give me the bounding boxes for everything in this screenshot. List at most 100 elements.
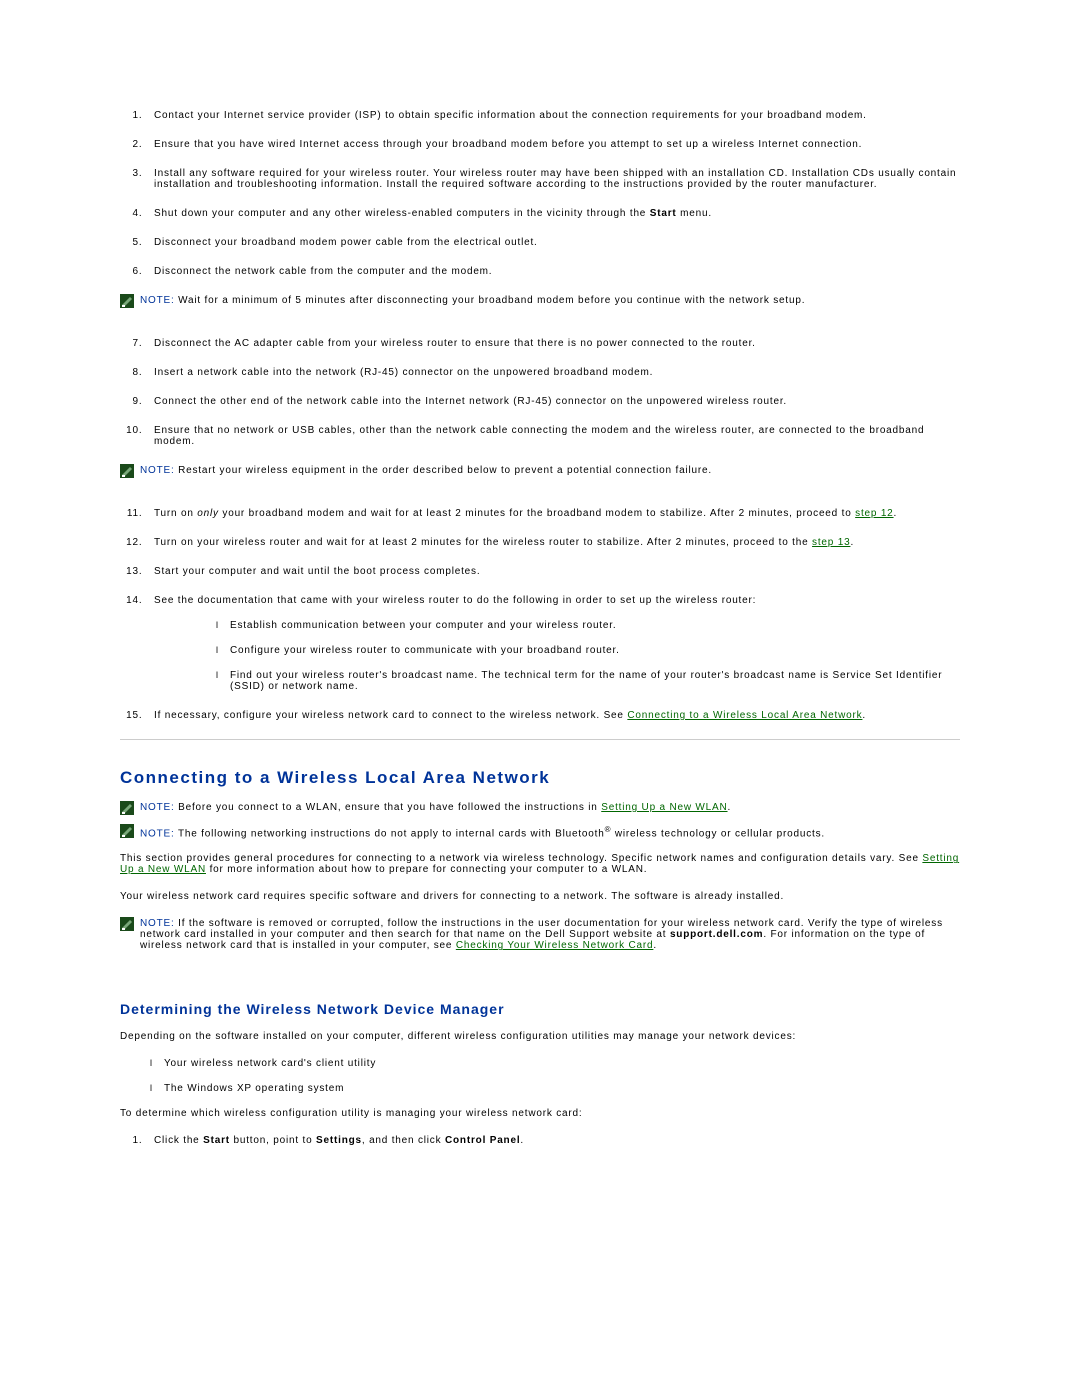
note-text: NOTE: Before you connect to a WLAN, ensu… <box>140 802 731 813</box>
step-text: Install any software required for your w… <box>154 168 956 190</box>
step-14: See the documentation that came with you… <box>146 595 960 692</box>
step-text: Turn on <box>154 508 197 519</box>
step-text: Shut down your computer and any other wi… <box>154 208 650 219</box>
step-7: Disconnect the AC adapter cable from you… <box>146 338 960 349</box>
step-4: Shut down your computer and any other wi… <box>146 208 960 219</box>
settings-bold: Settings <box>316 1135 362 1146</box>
item-text: Find out your wireless router's broadcas… <box>230 670 942 692</box>
step-11: Turn on only your broadband modem and wa… <box>146 508 960 519</box>
support-url-bold: support.dell.com <box>670 929 763 940</box>
setup-wlan-link[interactable]: Setting Up a New WLAN <box>601 802 727 813</box>
step-text: . <box>520 1135 524 1146</box>
note-body: wireless technology or cellular products… <box>611 828 825 839</box>
para-text: for more information about how to prepar… <box>206 864 647 875</box>
checking-card-link[interactable]: Checking Your Wireless Network Card <box>456 940 654 951</box>
step-text: Click the <box>154 1135 203 1146</box>
note-row: NOTE: If the software is removed or corr… <box>120 918 960 951</box>
note-icon <box>120 917 134 931</box>
step-text: menu. <box>677 208 712 219</box>
note-text: NOTE: If the software is removed or corr… <box>140 918 960 951</box>
step-text: Insert a network cable into the network … <box>154 367 653 378</box>
note-row: NOTE: Restart your wireless equipment in… <box>120 465 960 478</box>
step-6: Disconnect the network cable from the co… <box>146 266 960 277</box>
step-text: Disconnect your broadband modem power ca… <box>154 237 538 248</box>
step-text: Turn on your wireless router and wait fo… <box>154 537 812 548</box>
step-8: Insert a network cable into the network … <box>146 367 960 378</box>
step-text: Contact your Internet service provider (… <box>154 110 867 121</box>
item-text: Establish communication between your com… <box>230 620 616 631</box>
note-body: . <box>728 802 732 813</box>
ordered-steps: Turn on only your broadband modem and wa… <box>120 508 960 721</box>
note-icon <box>120 824 134 838</box>
note-label: NOTE: <box>140 465 178 476</box>
step-text: See the documentation that came with you… <box>154 595 756 606</box>
step-text: If necessary, configure your wireless ne… <box>154 710 627 721</box>
control-panel-bold: Control Panel <box>445 1135 520 1146</box>
note-label: NOTE: <box>140 802 178 813</box>
list-item: The Windows XP operating system <box>150 1083 960 1094</box>
sub-list: Establish communication between your com… <box>154 620 960 692</box>
step-1: Click the Start button, point to Setting… <box>146 1135 960 1146</box>
note-icon <box>120 801 134 815</box>
step-15: If necessary, configure your wireless ne… <box>146 710 960 721</box>
step-text: your broadband modem and wait for at lea… <box>219 508 855 519</box>
list-item: Your wireless network card's client util… <box>150 1058 960 1069</box>
note-row: NOTE: Wait for a minimum of 5 minutes af… <box>120 295 960 308</box>
paragraph: To determine which wireless configuratio… <box>120 1108 960 1119</box>
step-text: Disconnect the AC adapter cable from you… <box>154 338 756 349</box>
note-text: NOTE: Restart your wireless equipment in… <box>140 465 712 476</box>
step-text: Ensure that you have wired Internet acce… <box>154 139 862 150</box>
step-text: , and then click <box>362 1135 445 1146</box>
note-body: The following networking instructions do… <box>178 828 605 839</box>
note-row: NOTE: The following networking instructi… <box>120 825 960 839</box>
item-text: The Windows XP operating system <box>164 1083 344 1094</box>
note-body: . <box>653 940 657 951</box>
note-row: NOTE: Before you connect to a WLAN, ensu… <box>120 802 960 815</box>
step-12: Turn on your wireless router and wait fo… <box>146 537 960 548</box>
note-body: Restart your wireless equipment in the o… <box>178 465 712 476</box>
step-text: button, point to <box>230 1135 316 1146</box>
ordered-steps: Click the Start button, point to Setting… <box>120 1135 960 1146</box>
step-13: Start your computer and wait until the b… <box>146 566 960 577</box>
only-emphasis: only <box>197 508 219 519</box>
step-text: . <box>862 710 866 721</box>
step-text: Disconnect the network cable from the co… <box>154 266 492 277</box>
para-text: This section provides general procedures… <box>120 853 922 864</box>
step-text: . <box>850 537 854 548</box>
step-text: Connect the other end of the network cab… <box>154 396 787 407</box>
bullet-list: Your wireless network card's client util… <box>120 1058 960 1094</box>
note-body: Wait for a minimum of 5 minutes after di… <box>178 295 805 306</box>
note-label: NOTE: <box>140 828 178 839</box>
subsection-title: Determining the Wireless Network Device … <box>120 1001 960 1017</box>
ordered-steps: Contact your Internet service provider (… <box>120 110 960 277</box>
list-item: Configure your wireless router to commun… <box>216 645 960 656</box>
item-text: Your wireless network card's client util… <box>164 1058 376 1069</box>
paragraph: Depending on the software installed on y… <box>120 1031 960 1042</box>
step-13-link[interactable]: step 13 <box>812 537 850 548</box>
step-2: Ensure that you have wired Internet acce… <box>146 139 960 150</box>
paragraph: Your wireless network card requires spec… <box>120 891 960 902</box>
paragraph: This section provides general procedures… <box>120 853 960 875</box>
ordered-steps: Disconnect the AC adapter cable from you… <box>120 338 960 447</box>
start-bold: Start <box>650 208 677 219</box>
note-label: NOTE: <box>140 295 178 306</box>
step-10: Ensure that no network or USB cables, ot… <box>146 425 960 447</box>
step-1: Contact your Internet service provider (… <box>146 110 960 121</box>
note-icon <box>120 294 134 308</box>
note-label: NOTE: <box>140 918 178 929</box>
note-text: NOTE: The following networking instructi… <box>140 825 825 839</box>
list-item: Establish communication between your com… <box>216 620 960 631</box>
step-text: Ensure that no network or USB cables, ot… <box>154 425 924 447</box>
step-text: . <box>894 508 898 519</box>
start-bold: Start <box>203 1135 230 1146</box>
divider <box>120 739 960 740</box>
step-12-link[interactable]: step 12 <box>855 508 893 519</box>
step-5: Disconnect your broadband modem power ca… <box>146 237 960 248</box>
step-text: Start your computer and wait until the b… <box>154 566 480 577</box>
note-body: Before you connect to a WLAN, ensure tha… <box>178 802 601 813</box>
item-text: Configure your wireless router to commun… <box>230 645 620 656</box>
connecting-wlan-link[interactable]: Connecting to a Wireless Local Area Netw… <box>627 710 862 721</box>
step-9: Connect the other end of the network cab… <box>146 396 960 407</box>
list-item: Find out your wireless router's broadcas… <box>216 670 960 692</box>
note-icon <box>120 464 134 478</box>
